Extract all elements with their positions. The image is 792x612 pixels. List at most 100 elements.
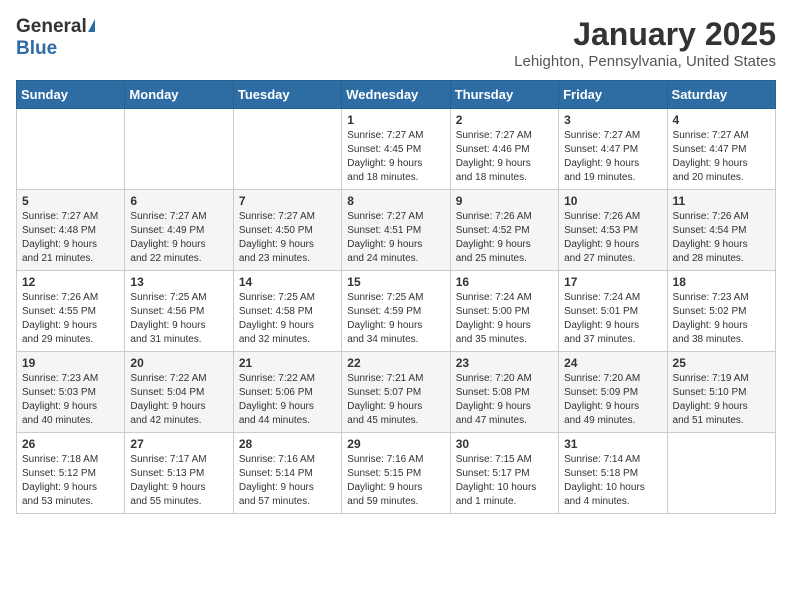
calendar-table: SundayMondayTuesdayWednesdayThursdayFrid… [16, 80, 776, 514]
calendar-header-sunday: Sunday [17, 81, 125, 109]
calendar-week-row: 19 Sunrise: 7:23 AM Sunset: 5:03 PM Dayli… [17, 352, 776, 433]
day-info: Sunrise: 7:20 AM Sunset: 5:08 PM Dayligh… [456, 372, 553, 428]
day-info: Sunrise: 7:25 AM Sunset: 4:59 PM Dayligh… [347, 291, 444, 347]
day-number: 28 [239, 437, 336, 451]
calendar-cell: 15 Sunrise: 7:25 AM Sunset: 4:59 PM Dayli… [342, 271, 450, 352]
day-number: 27 [130, 437, 227, 451]
calendar-header-wednesday: Wednesday [342, 81, 450, 109]
calendar-cell: 3 Sunrise: 7:27 AM Sunset: 4:47 PM Daylig… [559, 109, 667, 190]
calendar-cell [233, 109, 341, 190]
calendar-cell: 18 Sunrise: 7:23 AM Sunset: 5:02 PM Dayli… [667, 271, 775, 352]
day-number: 30 [456, 437, 553, 451]
day-number: 4 [673, 113, 770, 127]
calendar-cell: 7Sunrise: 7:27 AM Sunset: 4:50 PM Daylig… [233, 190, 341, 271]
calendar-cell: 12Sunrise: 7:26 AM Sunset: 4:55 PM Dayli… [17, 271, 125, 352]
calendar-cell: 16 Sunrise: 7:24 AM Sunset: 5:00 PM Dayli… [450, 271, 558, 352]
calendar-cell: 22 Sunrise: 7:21 AM Sunset: 5:07 PM Dayli… [342, 352, 450, 433]
calendar-cell: 14Sunrise: 7:25 AM Sunset: 4:58 PM Dayli… [233, 271, 341, 352]
calendar-cell: 23 Sunrise: 7:20 AM Sunset: 5:08 PM Dayli… [450, 352, 558, 433]
calendar-cell: 31Sunrise: 7:14 AM Sunset: 5:18 PM Dayli… [559, 433, 667, 514]
calendar-cell: 27 Sunrise: 7:17 AM Sunset: 5:13 PM Dayli… [125, 433, 233, 514]
day-number: 18 [673, 275, 770, 289]
day-number: 12 [22, 275, 119, 289]
day-info: Sunrise: 7:27 AM Sunset: 4:51 PM Dayligh… [347, 210, 444, 266]
day-number: 16 [456, 275, 553, 289]
calendar-header-row: SundayMondayTuesdayWednesdayThursdayFrid… [17, 81, 776, 109]
calendar-cell: 5 Sunrise: 7:27 AM Sunset: 4:48 PM Daylig… [17, 190, 125, 271]
day-number: 8 [347, 194, 444, 208]
day-number: 6 [130, 194, 227, 208]
calendar-cell: 20 Sunrise: 7:22 AM Sunset: 5:04 PM Dayli… [125, 352, 233, 433]
calendar-week-row: 26 Sunrise: 7:18 AM Sunset: 5:12 PM Dayli… [17, 433, 776, 514]
day-info: Sunrise: 7:26 AM Sunset: 4:54 PM Dayligh… [673, 210, 770, 266]
calendar-header-saturday: Saturday [667, 81, 775, 109]
calendar-week-row: 5 Sunrise: 7:27 AM Sunset: 4:48 PM Daylig… [17, 190, 776, 271]
calendar-header-thursday: Thursday [450, 81, 558, 109]
calendar-cell: 17 Sunrise: 7:24 AM Sunset: 5:01 PM Dayli… [559, 271, 667, 352]
day-info: Sunrise: 7:27 AM Sunset: 4:49 PM Dayligh… [130, 210, 227, 266]
calendar-cell: 9 Sunrise: 7:26 AM Sunset: 4:52 PM Daylig… [450, 190, 558, 271]
calendar-cell: 24Sunrise: 7:20 AM Sunset: 5:09 PM Dayli… [559, 352, 667, 433]
calendar-cell: 10 Sunrise: 7:26 AM Sunset: 4:53 PM Dayli… [559, 190, 667, 271]
day-number: 26 [22, 437, 119, 451]
calendar-header-monday: Monday [125, 81, 233, 109]
calendar-cell: 30 Sunrise: 7:15 AM Sunset: 5:17 PM Dayli… [450, 433, 558, 514]
month-title: January 2025 [514, 16, 776, 53]
calendar-cell [17, 109, 125, 190]
logo-general: General [16, 16, 87, 38]
day-info: Sunrise: 7:16 AM Sunset: 5:15 PM Dayligh… [347, 453, 444, 509]
day-number: 15 [347, 275, 444, 289]
calendar-cell: 1Sunrise: 7:27 AM Sunset: 4:45 PM Daylig… [342, 109, 450, 190]
day-number: 11 [673, 194, 770, 208]
day-number: 17 [564, 275, 661, 289]
day-number: 9 [456, 194, 553, 208]
page-header: General Blue January 2025 Lehighton, Pen… [16, 16, 776, 70]
day-number: 3 [564, 113, 661, 127]
day-info: Sunrise: 7:16 AM Sunset: 5:14 PM Dayligh… [239, 453, 336, 509]
day-info: Sunrise: 7:21 AM Sunset: 5:07 PM Dayligh… [347, 372, 444, 428]
day-number: 23 [456, 356, 553, 370]
day-number: 10 [564, 194, 661, 208]
day-info: Sunrise: 7:26 AM Sunset: 4:53 PM Dayligh… [564, 210, 661, 266]
day-number: 25 [673, 356, 770, 370]
calendar-cell: 13Sunrise: 7:25 AM Sunset: 4:56 PM Dayli… [125, 271, 233, 352]
calendar-cell: 28 Sunrise: 7:16 AM Sunset: 5:14 PM Dayli… [233, 433, 341, 514]
day-info: Sunrise: 7:27 AM Sunset: 4:46 PM Dayligh… [456, 129, 553, 185]
calendar-cell: 26 Sunrise: 7:18 AM Sunset: 5:12 PM Dayli… [17, 433, 125, 514]
day-info: Sunrise: 7:15 AM Sunset: 5:17 PM Dayligh… [456, 453, 553, 509]
calendar-cell [667, 433, 775, 514]
day-number: 7 [239, 194, 336, 208]
day-number: 5 [22, 194, 119, 208]
day-info: Sunrise: 7:27 AM Sunset: 4:48 PM Dayligh… [22, 210, 119, 266]
calendar-cell: 6 Sunrise: 7:27 AM Sunset: 4:49 PM Daylig… [125, 190, 233, 271]
calendar-cell: 2 Sunrise: 7:27 AM Sunset: 4:46 PM Daylig… [450, 109, 558, 190]
day-number: 2 [456, 113, 553, 127]
logo-blue: Blue [16, 38, 57, 59]
day-info: Sunrise: 7:20 AM Sunset: 5:09 PM Dayligh… [564, 372, 661, 428]
day-info: Sunrise: 7:23 AM Sunset: 5:02 PM Dayligh… [673, 291, 770, 347]
day-number: 21 [239, 356, 336, 370]
day-info: Sunrise: 7:14 AM Sunset: 5:18 PM Dayligh… [564, 453, 661, 509]
day-info: Sunrise: 7:25 AM Sunset: 4:56 PM Dayligh… [130, 291, 227, 347]
day-info: Sunrise: 7:22 AM Sunset: 5:06 PM Dayligh… [239, 372, 336, 428]
title-block: January 2025 Lehighton, Pennsylvania, Un… [514, 16, 776, 70]
day-number: 29 [347, 437, 444, 451]
calendar-cell [125, 109, 233, 190]
day-info: Sunrise: 7:26 AM Sunset: 4:52 PM Dayligh… [456, 210, 553, 266]
day-number: 22 [347, 356, 444, 370]
calendar-cell: 29 Sunrise: 7:16 AM Sunset: 5:15 PM Dayli… [342, 433, 450, 514]
calendar-header-friday: Friday [559, 81, 667, 109]
day-info: Sunrise: 7:17 AM Sunset: 5:13 PM Dayligh… [130, 453, 227, 509]
day-info: Sunrise: 7:22 AM Sunset: 5:04 PM Dayligh… [130, 372, 227, 428]
day-info: Sunrise: 7:23 AM Sunset: 5:03 PM Dayligh… [22, 372, 119, 428]
calendar-week-row: 12Sunrise: 7:26 AM Sunset: 4:55 PM Dayli… [17, 271, 776, 352]
day-number: 19 [22, 356, 119, 370]
day-number: 20 [130, 356, 227, 370]
day-info: Sunrise: 7:18 AM Sunset: 5:12 PM Dayligh… [22, 453, 119, 509]
day-info: Sunrise: 7:27 AM Sunset: 4:47 PM Dayligh… [564, 129, 661, 185]
day-info: Sunrise: 7:24 AM Sunset: 5:00 PM Dayligh… [456, 291, 553, 347]
calendar-header-tuesday: Tuesday [233, 81, 341, 109]
day-info: Sunrise: 7:24 AM Sunset: 5:01 PM Dayligh… [564, 291, 661, 347]
day-info: Sunrise: 7:27 AM Sunset: 4:45 PM Dayligh… [347, 129, 444, 185]
calendar-cell: 11 Sunrise: 7:26 AM Sunset: 4:54 PM Dayli… [667, 190, 775, 271]
